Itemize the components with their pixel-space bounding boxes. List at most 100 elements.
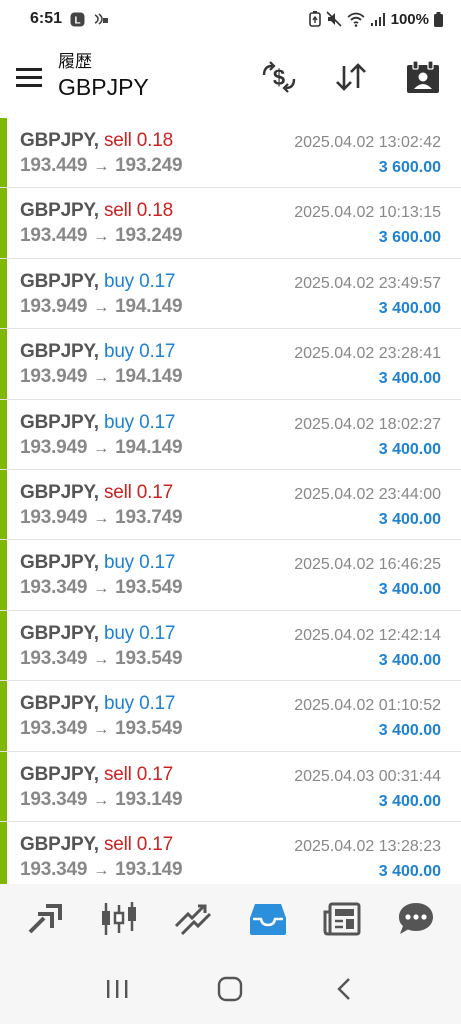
back-icon: [337, 978, 350, 1000]
trade-side: sell: [103, 130, 132, 151]
trade-symbol: GBPJPY,: [20, 622, 99, 644]
trade-row[interactable]: GBPJPY, buy 0.17 193.949 → 194.149 2025.04.0…: [0, 399, 461, 470]
recent-apps-icon: [106, 980, 128, 998]
row-accent-bar: [0, 681, 7, 751]
trade-prices: 193.349 → 193.549: [20, 718, 183, 740]
nav-chart[interactable]: [91, 891, 147, 947]
row-accent-bar: [0, 751, 7, 821]
recent-apps-button[interactable]: [92, 964, 142, 1014]
trade-symbol-line: GBPJPY, buy 0.17: [20, 412, 175, 434]
chat-icon: [398, 903, 433, 934]
trade-profit: 3 400.00: [378, 510, 441, 528]
open-price: 193.949: [20, 366, 88, 388]
history-list[interactable]: GBPJPY, sell 0.18 193.449 → 193.249 2025.04.…: [0, 118, 461, 884]
trade-symbol: GBPJPY,: [20, 200, 99, 222]
trade-symbol-line: GBPJPY, buy 0.17: [20, 271, 175, 293]
arrow-right-icon: →: [93, 861, 110, 879]
trade-datetime: 2025.04.02 16:46:25: [294, 556, 441, 574]
trade-row[interactable]: GBPJPY, sell 0.18 193.449 → 193.249 2025.04.…: [0, 118, 461, 189]
news-icon: [323, 902, 361, 936]
close-price: 193.249: [115, 225, 183, 247]
arrow-right-icon: →: [93, 228, 110, 246]
bottom-navigation: [0, 884, 461, 954]
home-icon: [218, 976, 243, 1002]
trade-profit: 3 400.00: [378, 792, 441, 810]
trade-row[interactable]: GBPJPY, sell 0.17 193.349 → 193.149 2025.04.…: [0, 751, 461, 822]
title-block[interactable]: 履歴 GBPJPY: [58, 52, 149, 102]
trade-prices: 193.949 → 194.149: [20, 366, 183, 388]
trade-symbol-line: GBPJPY, sell 0.17: [20, 482, 173, 504]
row-accent-bar: [0, 188, 7, 258]
nav-history[interactable]: [240, 891, 296, 947]
open-price: 193.349: [20, 577, 88, 599]
trade-datetime: 2025.04.02 13:28:23: [294, 837, 441, 855]
trade-volume: 0.17: [139, 341, 176, 363]
trade-prices: 193.949 → 194.149: [20, 295, 183, 318]
trade-prices: 193.449 → 193.249: [20, 225, 183, 247]
trade-profit: 3 400.00: [378, 440, 441, 458]
trade-volume: 0.17: [139, 270, 176, 292]
trade-profit: 3 400.00: [378, 862, 441, 880]
row-accent-bar: [0, 610, 7, 681]
profile-calendar-button[interactable]: [395, 49, 451, 105]
trade-profit: 3 400.00: [378, 299, 441, 317]
trade-symbol-line: GBPJPY, sell 0.18: [20, 200, 173, 222]
trade-side: buy: [103, 411, 134, 433]
arrow-right-icon: →: [93, 650, 110, 668]
close-price: 193.149: [115, 858, 183, 880]
trade-side: buy: [103, 622, 134, 644]
trade-symbol: GBPJPY,: [20, 763, 99, 785]
open-price: 193.949: [20, 506, 88, 528]
mute-icon: [326, 11, 342, 27]
hamburger-menu-icon: [16, 68, 42, 87]
trade-row[interactable]: GBPJPY, sell 0.18 193.449 → 193.249 2025.04.…: [0, 188, 461, 259]
sort-button[interactable]: [323, 49, 379, 105]
trade-datetime: 2025.04.02 23:28:41: [294, 345, 441, 363]
row-accent-bar: [0, 821, 7, 884]
arrow-right-icon: →: [93, 369, 110, 387]
back-button[interactable]: [319, 964, 369, 1014]
trade-side: buy: [103, 693, 134, 715]
trade-row[interactable]: GBPJPY, buy 0.17 193.349 → 193.549 2025.04.0…: [0, 681, 461, 752]
trade-symbol: GBPJPY,: [20, 833, 99, 855]
trade-row[interactable]: GBPJPY, buy 0.17 193.949 → 194.149 2025.04.0…: [0, 258, 461, 330]
trade-symbol-line: GBPJPY, buy 0.17: [20, 623, 175, 645]
svg-text:$: $: [273, 65, 285, 90]
nav-chat[interactable]: [388, 891, 444, 947]
trade-prices: 193.949 → 194.149: [20, 436, 183, 459]
trade-volume: 0.18: [136, 130, 173, 151]
nav-quotes[interactable]: [17, 891, 73, 947]
trade-prices: 193.349 → 193.149: [20, 858, 183, 881]
row-accent-bar: [0, 329, 7, 399]
trade-symbol: GBPJPY,: [20, 693, 99, 715]
trade-row[interactable]: GBPJPY, sell 0.17 193.949 → 193.749 2025.04.…: [0, 469, 461, 541]
trade-symbol: GBPJPY,: [20, 481, 99, 503]
trade-row[interactable]: GBPJPY, buy 0.17 193.949 → 194.149 2025.04.0…: [0, 329, 461, 400]
close-price: 194.149: [115, 436, 183, 458]
currency-exchange-button[interactable]: $: [251, 49, 307, 105]
nav-news[interactable]: [314, 891, 370, 947]
trade-datetime: 2025.04.02 12:42:14: [294, 626, 441, 644]
trade-datetime: 2025.04.02 18:02:27: [294, 415, 441, 433]
home-button[interactable]: [205, 964, 255, 1014]
row-accent-bar: [0, 399, 7, 469]
trade-volume: 0.17: [136, 481, 173, 503]
nfc-icon: [94, 13, 109, 25]
trade-volume: 0.17: [139, 411, 176, 433]
open-price: 193.949: [20, 295, 88, 317]
currency-exchange-icon: $: [262, 61, 296, 93]
trade-profit: 3 600.00: [378, 159, 441, 176]
nav-trade[interactable]: [165, 891, 221, 947]
trade-datetime: 2025.04.03 00:31:44: [294, 767, 441, 785]
open-price: 193.349: [20, 647, 88, 669]
menu-button[interactable]: [0, 47, 58, 107]
trade-row[interactable]: GBPJPY, buy 0.17 193.349 → 193.549 2025.04.0…: [0, 610, 461, 682]
trade-prices: 193.349 → 193.149: [20, 789, 183, 811]
status-bar: 6:51 L 100%: [0, 0, 461, 38]
trade-row[interactable]: GBPJPY, sell 0.17 193.349 → 193.149 2025.04.…: [0, 821, 461, 884]
trade-row[interactable]: GBPJPY, buy 0.17 193.349 → 193.549 2025.04.0…: [0, 540, 461, 611]
close-price: 193.549: [115, 647, 183, 669]
trade-prices: 193.349 → 193.549: [20, 577, 183, 599]
row-accent-bar: [0, 118, 7, 188]
trade-profit: 3 400.00: [378, 581, 441, 599]
